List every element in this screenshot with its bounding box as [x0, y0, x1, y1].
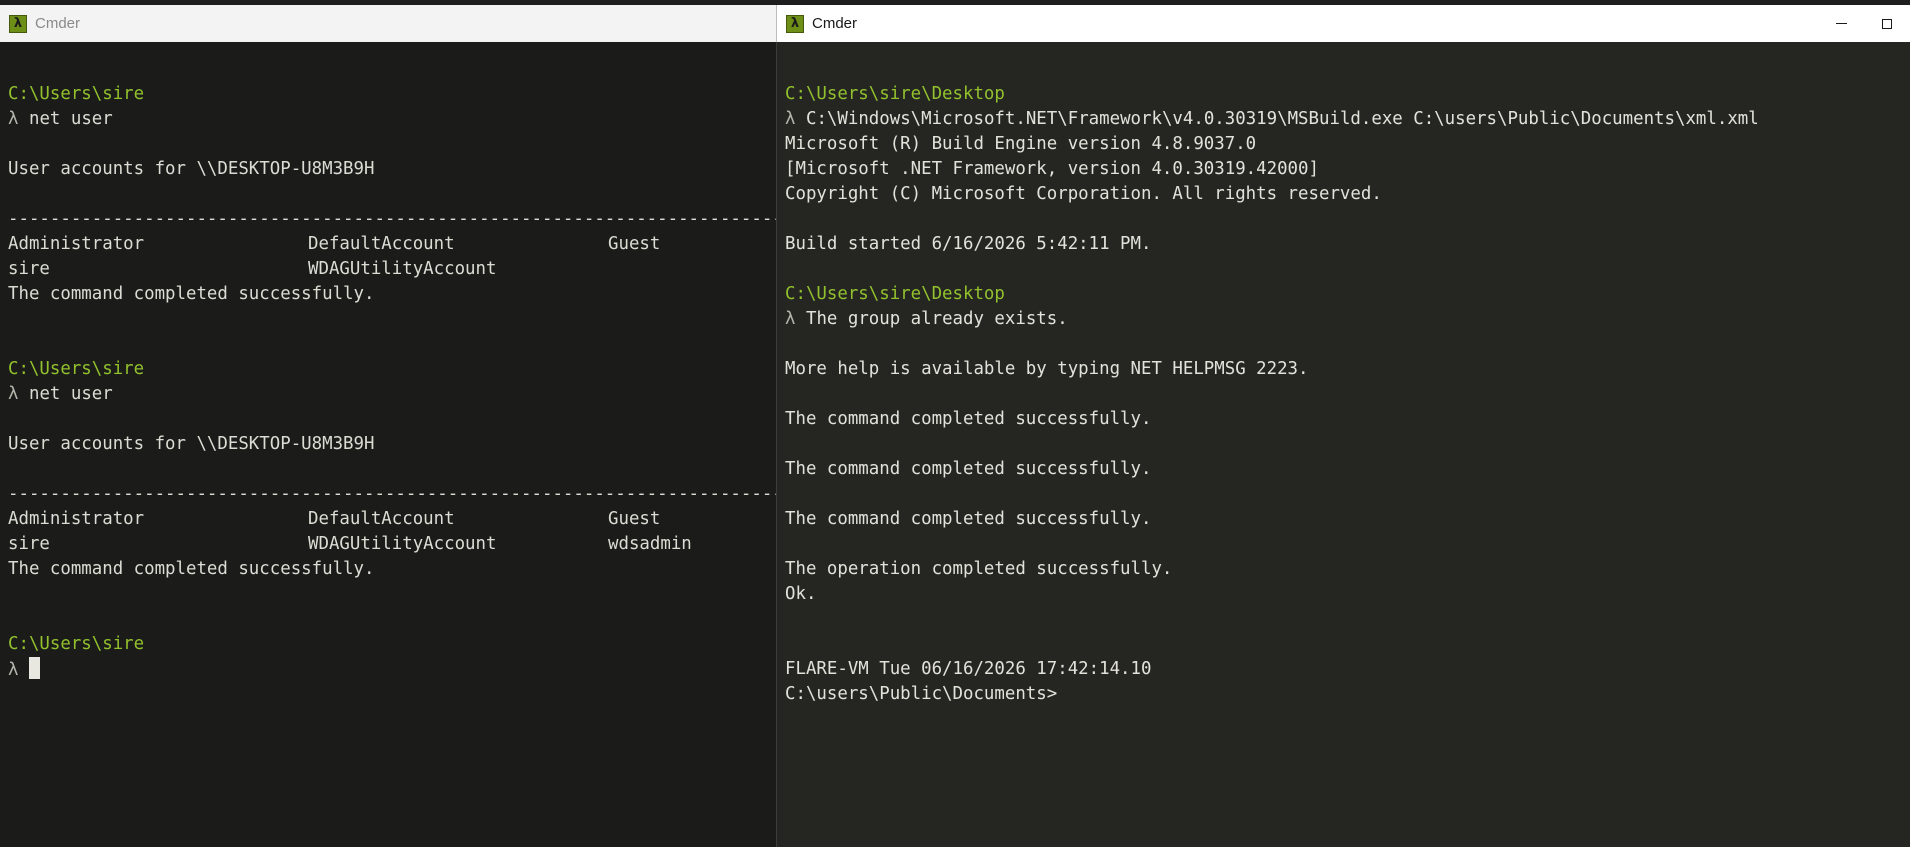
- accounts-row: sire WDAGUtilityAccount: [8, 257, 776, 282]
- prompt-line: C:\Users\sire: [8, 82, 776, 107]
- status-line: The command completed successfully.: [8, 559, 375, 579]
- input-line[interactable]: λ: [8, 657, 776, 682]
- account-name: DefaultAccount: [308, 234, 455, 254]
- output-header: User accounts for \\DESKTOP-U8M3B9H: [8, 434, 375, 454]
- separator-line: ----------------------------------------…: [8, 484, 777, 504]
- accounts-row: Administrator DefaultAccount Guest: [8, 232, 776, 257]
- maximize-icon: [1882, 18, 1892, 29]
- account-name: sire: [8, 534, 50, 554]
- prompt-symbol: λ: [8, 384, 19, 404]
- lambda-icon: λ: [786, 14, 804, 33]
- command-line: λ net user: [8, 382, 776, 407]
- command-text: net user: [28, 384, 113, 404]
- command-text: net user: [28, 109, 113, 129]
- output-line: The command completed successfully.: [785, 459, 1152, 479]
- text-cursor[interactable]: [28, 657, 40, 679]
- output-line: Ok.: [785, 584, 817, 604]
- command-line: λ C:\Windows\Microsoft.NET\Framework\v4.…: [785, 107, 1910, 132]
- console-output-left[interactable]: C:\Users\sire λ net user User accounts for…: [0, 42, 777, 847]
- output-line: More help is available by typing NET HEL…: [785, 359, 1309, 379]
- account-name: WDAGUtilityAccount: [308, 534, 497, 554]
- window-title: Cmder: [35, 15, 81, 32]
- prompt-line: C:\Users\sire: [8, 357, 776, 382]
- cmder-window-right[interactable]: λ Cmder C:\Users\sire\Desktop λ C:\Window…: [777, 5, 1910, 847]
- command-text: C:\Windows\Microsoft.NET\Framework\v4.0.…: [805, 109, 1759, 129]
- prompt-symbol: λ: [785, 309, 796, 329]
- account-name: sire: [8, 259, 50, 279]
- title-bar-right[interactable]: λ Cmder: [777, 5, 1910, 42]
- output-block: More help is available by typing NET HEL…: [785, 332, 1910, 707]
- output-line: [Microsoft .NET Framework, version 4.0.3…: [785, 159, 1319, 179]
- minimize-icon: [1835, 23, 1847, 24]
- console-output-right[interactable]: C:\Users\sire\Desktop λ C:\Windows\Micros…: [777, 42, 1910, 847]
- minimize-button[interactable]: [1818, 5, 1864, 42]
- prompt-line: C:\Users\sire\Desktop: [785, 282, 1910, 307]
- output-line: Build started 6/16/2026 5:42:11 PM.: [785, 234, 1152, 254]
- prompt-line: C:\Users\sire\Desktop: [785, 82, 1910, 107]
- output-line: The command completed successfully.: [785, 509, 1152, 529]
- status-line: The command completed successfully.: [8, 284, 375, 304]
- account-name: Guest: [608, 509, 661, 529]
- prompt-path: C:\Users\sire\Desktop: [785, 84, 1005, 104]
- output-line: The command completed successfully.: [785, 409, 1152, 429]
- account-name: DefaultAccount: [308, 509, 455, 529]
- output-line: Microsoft (R) Build Engine version 4.8.9…: [785, 134, 1257, 154]
- account-name: wdsadmin: [608, 534, 692, 554]
- output-text: The group already exists.: [805, 309, 1068, 329]
- output-line: FLARE-VM Tue 06/16/2026 17:42:14.10: [785, 659, 1152, 679]
- account-name: Guest: [608, 234, 661, 254]
- prompt-path: C:\Users\sire: [8, 634, 145, 654]
- output-block: Microsoft (R) Build Engine version 4.8.9…: [785, 132, 1910, 257]
- accounts-row: sire WDAGUtilityAccount wdsadmin: [8, 532, 776, 557]
- maximize-button[interactable]: [1864, 5, 1910, 42]
- prompt-symbol: λ: [785, 109, 796, 129]
- title-bar-left[interactable]: λ Cmder: [0, 5, 777, 42]
- separator-line: ----------------------------------------…: [8, 209, 777, 229]
- prompt-symbol: λ: [8, 109, 19, 129]
- output-line: C:\users\Public\Documents>: [785, 684, 1058, 704]
- command-line: λ The group already exists.: [785, 307, 1910, 332]
- prompt-symbol: λ: [8, 660, 19, 680]
- prompt-path: C:\Users\sire\Desktop: [785, 284, 1005, 304]
- prompt-path: C:\Users\sire: [8, 84, 145, 104]
- account-name: Administrator: [8, 509, 145, 529]
- cmder-window-left[interactable]: λ Cmder C:\Users\sire λ net user User acco…: [0, 5, 777, 847]
- prompt-line: C:\Users\sire: [8, 632, 776, 657]
- output-line: The operation completed successfully.: [785, 559, 1173, 579]
- window-controls: [1818, 5, 1910, 42]
- window-title: Cmder: [812, 15, 858, 32]
- accounts-row: Administrator DefaultAccount Guest: [8, 507, 776, 532]
- account-name: Administrator: [8, 234, 145, 254]
- prompt-path: C:\Users\sire: [8, 359, 145, 379]
- account-name: WDAGUtilityAccount: [308, 259, 497, 279]
- output-line: Copyright (C) Microsoft Corporation. All…: [785, 184, 1382, 204]
- output-header: User accounts for \\DESKTOP-U8M3B9H: [8, 159, 375, 179]
- command-line: λ net user: [8, 107, 776, 132]
- lambda-icon: λ: [9, 14, 27, 33]
